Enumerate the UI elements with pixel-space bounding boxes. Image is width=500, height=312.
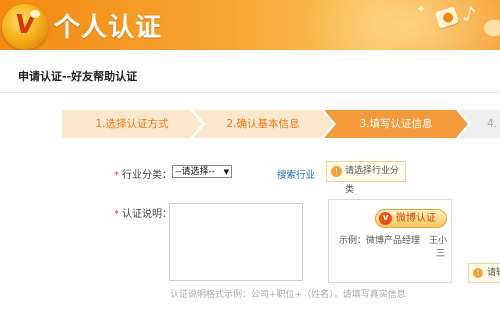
example-box: v 微博认证 示例：微博产品经理 王小 三 (328, 199, 452, 283)
search-industry-link[interactable]: 搜索行业 (277, 167, 315, 181)
badge-text: 微博认证 (396, 213, 436, 224)
example-line-1: 示例：微博产品经理 王小 (339, 236, 448, 246)
weibo-verify-badge: v 微博认证 (375, 209, 447, 228)
info-icon: ! (331, 166, 342, 177)
step-3-active: 3.填写认证信息 (324, 110, 468, 138)
industry-select[interactable]: --请选择-- ▼ (172, 165, 232, 178)
industry-select-value: --请选择-- (175, 167, 215, 177)
logo-letter: V (12, 10, 38, 40)
industry-label: * 行业分类： (114, 166, 172, 181)
step-1: 1.选择认证方式 (62, 110, 202, 138)
description-format-hint: 认证说明格式示例：公司+职位+（姓名），请填写真实信息 (170, 290, 406, 300)
divider (0, 92, 500, 93)
logo-eye-icon (30, 10, 40, 18)
description-label: * 认证说明： (114, 205, 172, 220)
step-progress: 1.选择认证方式 2.确认基本信息 3.填写认证信息 4. (62, 110, 500, 138)
info-icon: ! (473, 268, 483, 278)
weibo-v-logo: V (2, 4, 48, 50)
dropdown-arrow-icon: ▼ (223, 168, 229, 176)
bubble-icon (484, 20, 500, 36)
industry-hint: ! 请选择行业分类 (326, 161, 406, 195)
description-label-text: 认证说明： (122, 209, 172, 220)
star-icon: ✦ (416, 2, 427, 16)
industry-hint-text: 请选择行业分类 (345, 166, 400, 195)
description-textarea[interactable] (169, 203, 303, 281)
page-title: 申请认证--好友帮助认证 (18, 70, 138, 83)
app-title: 个人认证 (54, 13, 163, 43)
verified-v-icon: v (379, 212, 392, 225)
example-line-2: 三 (435, 249, 445, 259)
side-hint-text: 请输 (487, 268, 500, 278)
industry-label-text: 行业分类： (122, 170, 172, 181)
example-text: 示例：微博产品经理 王小 三 (339, 235, 451, 261)
header-banner: V 个人认证 ✦ ♪ (0, 0, 500, 50)
required-mark: * (114, 209, 119, 220)
required-mark: * (114, 170, 119, 181)
step-2: 2.确认基本信息 (193, 110, 333, 138)
description-side-hint: ! 请输 (468, 263, 500, 283)
